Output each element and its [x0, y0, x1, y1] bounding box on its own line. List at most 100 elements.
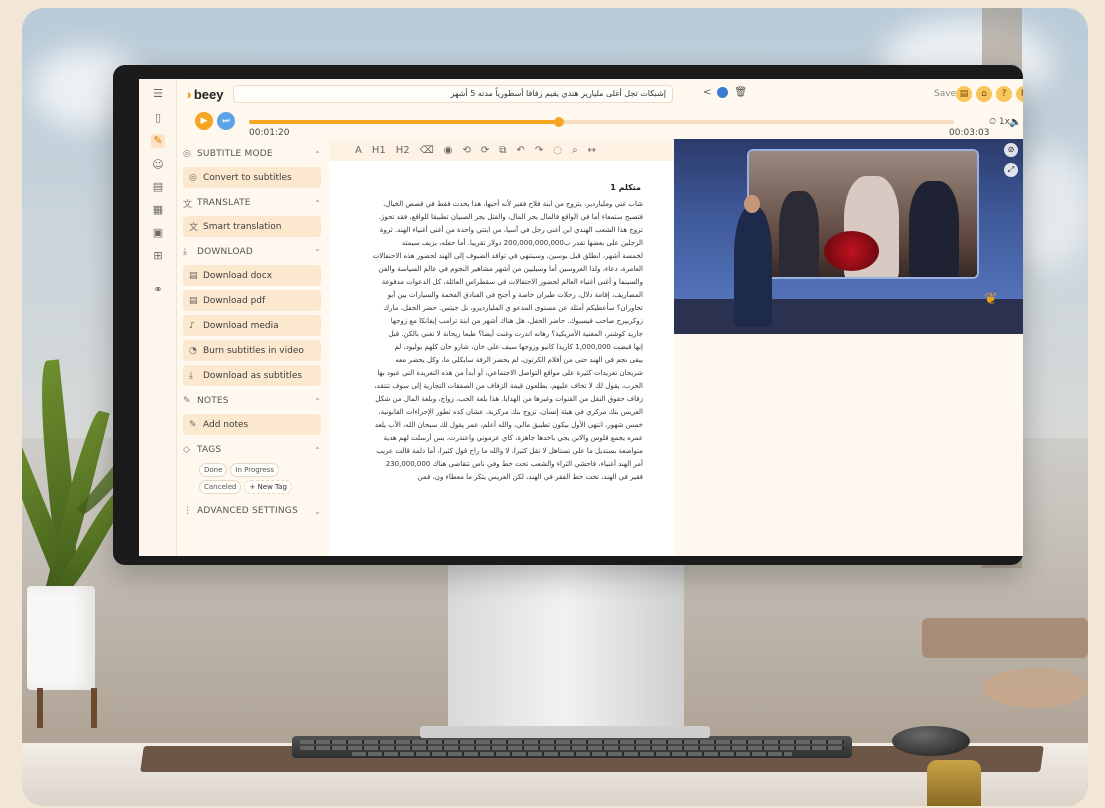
timeline-handle[interactable]	[554, 117, 565, 127]
section-heading: NOTES	[197, 396, 229, 406]
section-translate[interactable]: 文 TRANSLATE ⌃	[183, 192, 321, 214]
section-heading: TAGS	[197, 445, 222, 455]
expand-icon[interactable]: ↔	[588, 145, 596, 156]
subtitles-icon[interactable]: ▤	[151, 180, 165, 194]
download-media-button[interactable]: ♪ Download media	[183, 315, 321, 336]
button-label: Add notes	[203, 419, 249, 430]
transcript-line[interactable]: فقير في الهند، تحت خط الفقر في الهند، لك…	[351, 471, 643, 484]
copy-icon[interactable]: ⧉	[499, 145, 506, 156]
trash-icon[interactable]: 🗑	[734, 87, 747, 98]
transcript-paragraph[interactable]: شاب غني وملياردير، يتزوج من ابنة فلاح فق…	[337, 198, 665, 484]
transcript-line[interactable]: عمره يجمع قلوس والابن يجي باخدها جاهزة، …	[351, 432, 643, 445]
grid-icon[interactable]: ⊞	[151, 249, 165, 263]
transcript-line[interactable]: يبقى نجم في الهند حتى من أفلام الكرتون، …	[351, 354, 643, 367]
transcript-line[interactable]: الرجلين على بعضها تقدر ب200,000,000,000 …	[351, 237, 643, 250]
app-logo[interactable]: ◑ beey	[184, 87, 224, 102]
section-heading: TRANSLATE	[197, 198, 251, 208]
smart-translation-button[interactable]: 文 Smart translation	[183, 216, 321, 237]
eraser-icon[interactable]: ⌫	[420, 145, 434, 156]
transcript-line[interactable]: خمس شهور، انتهى الأول بيكون تطبيق مالي، …	[351, 419, 643, 432]
tag-done[interactable]: Done	[199, 463, 228, 477]
mouse	[892, 726, 970, 756]
section-download[interactable]: ⤓ DOWNLOAD ⌃	[183, 241, 321, 263]
transcript-line[interactable]: شريحان تغريدات كثيرة على مواقع التواصل ا…	[351, 367, 643, 380]
undo-icon[interactable]: ↶	[516, 145, 524, 156]
transcript-line[interactable]: تزوج هذا الشعب الهندي ابن أغنى رجل في آس…	[351, 224, 643, 237]
hide-video-icon[interactable]: ⊘	[1004, 143, 1018, 157]
tag-canceled[interactable]: Canceled	[199, 480, 242, 494]
download-subtitles-button[interactable]: ⤓ Download as subtitles	[183, 365, 321, 386]
burn-subtitles-button[interactable]: ◔ Burn subtitles in video	[183, 340, 321, 361]
transcript-line[interactable]: إنها قبضت 1,000,000 كاريذا كانيو وزوجها …	[351, 341, 643, 354]
transcript-line[interactable]: متواضعة بستديل ما علي تستاهل لا تقل كثير…	[351, 445, 643, 458]
transcript-line[interactable]: زفاف حقوق النقل من القنوات وغيرها من اله…	[351, 393, 643, 406]
section-notes[interactable]: ✎ NOTES ⌃	[183, 390, 321, 412]
transcript-line[interactable]: أمر الهند أغنياء، فاحشي الثراء والشعب تح…	[351, 458, 643, 471]
convert-to-subtitles-button[interactable]: ◎ Convert to subtitles	[183, 167, 321, 188]
background-stool	[982, 668, 1088, 708]
transcript-line[interactable]: لخمسة أشهر، انطلق قبل بوسين، وسينتهي في …	[351, 250, 643, 263]
list-icon[interactable]: ▤	[956, 86, 972, 102]
document-title-input[interactable]: إشبكات تجل أغلى مليارير هندي يقيم زفافا …	[233, 85, 673, 103]
help-icon[interactable]: ?	[996, 86, 1012, 102]
share-icon[interactable]: <	[703, 87, 711, 98]
fullscreen-icon[interactable]: ⤢	[1004, 163, 1018, 177]
download-pdf-button[interactable]: ▤ Download pdf	[183, 290, 321, 311]
guest-figure	[779, 191, 819, 277]
info-icon[interactable]: ▣	[151, 226, 165, 240]
transcript-line[interactable]: فتصبح ستمعاء أما في الواقع فالمال يجر ال…	[351, 211, 643, 224]
document-icon[interactable]: ▯	[151, 111, 165, 125]
video-preview[interactable]: ⊘ ⤢ ❦	[674, 139, 1023, 334]
download-docx-button[interactable]: ▤ Download docx	[183, 265, 321, 286]
font-style-icon[interactable]: A	[355, 145, 362, 156]
notes-icon: ✎	[183, 396, 191, 406]
share-network-icon[interactable]: ⚭	[151, 283, 165, 297]
menu-icon[interactable]: ☰	[151, 87, 165, 101]
speakers-icon[interactable]: ☺	[151, 158, 165, 172]
collaborator-avatar[interactable]	[717, 87, 729, 98]
volume-icon[interactable]: 🔈	[1009, 117, 1021, 128]
button-label: Smart translation	[203, 221, 282, 232]
redo-icon[interactable]: ↷	[535, 145, 543, 156]
heading-1-icon[interactable]: H1	[372, 145, 386, 156]
notes-icon: ✎	[189, 419, 197, 430]
record-icon[interactable]: ◉	[444, 145, 453, 156]
tools-icon[interactable]: ▦	[151, 203, 165, 217]
button-label: Download media	[203, 320, 279, 331]
transcript-line[interactable]: العامرة، دعاء، ولذا العروسين أما وسيليين…	[351, 263, 643, 276]
settings-panel: ◎ SUBTITLE MODE ⌃ ◎ Convert to subtitles…	[177, 139, 327, 556]
presenter-head	[744, 195, 760, 213]
transcript-line[interactable]: الحرب، يقول لك لا تخاف عليهم، يطلعون قيم…	[351, 380, 643, 393]
search-icon[interactable]: ⌕	[572, 145, 578, 156]
transcript-line[interactable]: تحاوران؟ سأعطيكم أمثلة عن مستوى المدعو ي…	[351, 302, 643, 315]
transcript-line[interactable]: والسينما و أغنى أغنياء العالم لحضور الاح…	[351, 276, 643, 289]
section-advanced-settings[interactable]: ⋮ ADVANCED SETTINGS ⌄	[183, 500, 321, 522]
transcript-document[interactable]: متكلم 1 شاب غني وملياردير، يتزوج من ابنة…	[337, 165, 665, 551]
section-subtitle-mode[interactable]: ◎ SUBTITLE MODE ⌃	[183, 143, 321, 165]
heading-2-icon[interactable]: H2	[396, 145, 410, 156]
transcript-line[interactable]: زوكربيرج صاحب فيسبوك. حاضر الحفل، هل هنا…	[351, 315, 643, 328]
add-notes-button[interactable]: ✎ Add notes	[183, 414, 321, 435]
user-icon[interactable]: R	[1016, 86, 1023, 102]
cart-icon[interactable]: ⌂	[976, 86, 992, 102]
playback-speed[interactable]: ⏲ 1x	[989, 117, 1010, 127]
media-player-bar: ▶ ⏭ 00:01:20 00:03:03 ⏲ 1x 🔈	[177, 109, 1023, 139]
editor-toolbar: A H1 H2 ⌫ ◉ ⟲ ⟳ ⧉ ↶ ↷ ◌ ⌕ ↔	[329, 139, 674, 161]
tag-in-progress[interactable]: In Progress	[230, 463, 280, 477]
play-icon[interactable]: ▶	[195, 112, 213, 130]
speaker-label[interactable]: متكلم 1	[337, 183, 641, 192]
plant-pot	[27, 586, 95, 690]
transcript-line[interactable]: جاريد كوشنر، المغنية الأمريكية؟ رهانه ان…	[351, 328, 643, 341]
transcript-line[interactable]: العريس بنك مركزي في هيئة إنسان، تزوج بنك…	[351, 406, 643, 419]
undo-time-icon[interactable]: ⟲	[463, 145, 471, 156]
edit-icon[interactable]: ✎	[151, 134, 165, 148]
studio-floor	[674, 299, 1023, 334]
skip-forward-icon[interactable]: ⏭	[217, 112, 235, 130]
section-tags[interactable]: ◇ TAGS ⌃	[183, 439, 321, 461]
timeline-track[interactable]	[249, 117, 954, 127]
comment-icon[interactable]: ◌	[553, 145, 562, 156]
transcript-line[interactable]: شاب غني وملياردير، يتزوج من ابنة فلاح فق…	[351, 198, 643, 211]
new-tag-button[interactable]: + New Tag	[244, 480, 292, 494]
transcript-line[interactable]: المصاريف، إقامة دلال، رحلات طيران خاصة و…	[351, 289, 643, 302]
redo-time-icon[interactable]: ⟳	[481, 145, 489, 156]
